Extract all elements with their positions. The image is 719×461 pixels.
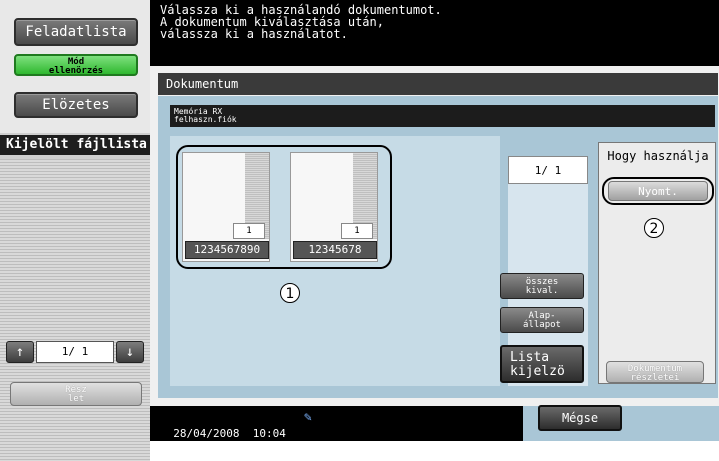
usage-title: Hogy használja xyxy=(607,149,709,163)
callout-number-1: 1 xyxy=(280,283,300,303)
page-down-button[interactable]: ↓ xyxy=(116,341,144,363)
page-up-button[interactable]: ↑ xyxy=(6,341,34,363)
alapallapot-button[interactable]: Alap- állapot xyxy=(500,307,584,333)
reszlet-button[interactable]: Rész let xyxy=(10,382,142,406)
status-memory-value: 100% xyxy=(252,440,280,453)
status-memory-label: Memória xyxy=(173,440,220,453)
panel-title: Dokumentum xyxy=(158,73,718,95)
status-memory: Memória 100% xyxy=(160,427,279,453)
lista-label-1: Lista xyxy=(510,350,550,365)
memory-label-1: Memória RX xyxy=(174,107,223,116)
lista-label-2: kijelzö xyxy=(510,364,565,379)
lista-kijelzo-button[interactable]: Lista kijelzö xyxy=(500,345,584,383)
dok-label-2: részletei xyxy=(630,373,680,383)
megse-button[interactable]: Mégse xyxy=(538,405,622,431)
feladatlista-button[interactable]: Feladatlista xyxy=(14,18,138,46)
instruction-message: Válassza ki a használandó dokumentumot. … xyxy=(150,0,719,66)
reszlet-label-2: let xyxy=(67,394,85,404)
nyomt-button[interactable]: Nyomt. xyxy=(608,181,708,201)
osszes-label-2: kival. xyxy=(525,286,559,296)
thumbnail-page-count: 1 xyxy=(233,223,265,239)
document-thumbnail[interactable]: 1 12345678 xyxy=(290,152,378,262)
osszes-kival-button[interactable]: összes kival. xyxy=(500,273,584,299)
page-counter: 1/ 1 xyxy=(508,156,588,184)
thumbnail-name: 1234567890 xyxy=(185,241,269,259)
document-thumbnail[interactable]: 1 1234567890 xyxy=(182,152,270,262)
memory-label-2: felhaszn.fiók xyxy=(174,115,237,124)
callout-number-2: 2 xyxy=(644,218,664,238)
thumbnail-page-count: 1 xyxy=(341,223,373,239)
thumbnail-name: 12345678 xyxy=(293,241,377,259)
network-icon: ✎ xyxy=(304,410,312,425)
alap-label-2: állapot xyxy=(523,320,561,330)
page-indicator: 1/ 1 xyxy=(36,341,114,363)
message-line-3: válassza ki a használatot. xyxy=(160,27,348,41)
kijelolt-fajllista-label: Kijelölt fájllista xyxy=(0,135,150,155)
mod-ellenorzes-label-2: ellenörzés xyxy=(48,66,104,76)
memory-box-label: Memória RX felhaszn.fiók xyxy=(170,105,715,127)
dokumentum-reszletei-button[interactable]: Dokumentum részletei xyxy=(606,361,704,383)
mod-ellenorzes-button[interactable]: Mód ellenörzés xyxy=(14,54,138,76)
elozetes-button[interactable]: Elözetes xyxy=(14,92,138,118)
